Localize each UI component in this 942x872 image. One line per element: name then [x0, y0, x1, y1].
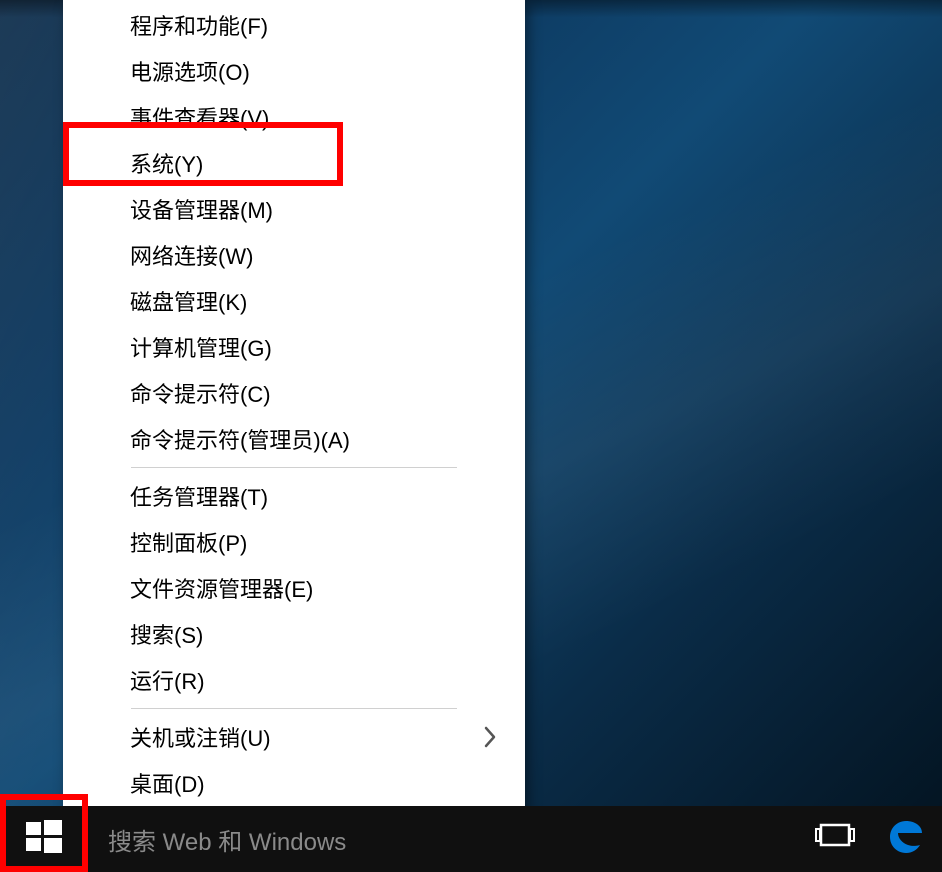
- menu-item-network-connections[interactable]: 网络连接(W): [63, 232, 525, 278]
- menu-item-control-panel[interactable]: 控制面板(P): [63, 519, 525, 565]
- menu-item-programs-features[interactable]: 程序和功能(F): [63, 2, 525, 48]
- menu-item-label: 设备管理器(M): [130, 193, 505, 225]
- menu-item-event-viewer[interactable]: 事件查看器(V): [63, 94, 525, 140]
- task-view-button[interactable]: [800, 806, 870, 872]
- menu-item-run[interactable]: 运行(R): [63, 657, 525, 703]
- task-view-icon: [815, 821, 855, 858]
- windows-logo-icon: [26, 819, 62, 860]
- menu-item-label: 程序和功能(F): [130, 9, 505, 41]
- menu-item-label: 命令提示符(管理员)(A): [130, 423, 505, 455]
- menu-item-command-prompt-admin[interactable]: 命令提示符(管理员)(A): [63, 416, 525, 462]
- taskbar: 搜索 Web 和 Windows: [0, 806, 942, 872]
- menu-item-label: 系统(Y): [130, 147, 505, 179]
- menu-item-disk-management[interactable]: 磁盘管理(K): [63, 278, 525, 324]
- edge-browser-button[interactable]: [870, 806, 942, 872]
- menu-item-label: 搜索(S): [130, 618, 505, 650]
- menu-separator: [131, 708, 457, 709]
- menu-item-command-prompt[interactable]: 命令提示符(C): [63, 370, 525, 416]
- menu-item-label: 控制面板(P): [130, 526, 505, 558]
- menu-item-label: 命令提示符(C): [130, 377, 505, 409]
- menu-item-label: 计算机管理(G): [130, 331, 505, 363]
- menu-item-system[interactable]: 系统(Y): [63, 140, 525, 186]
- menu-separator: [131, 467, 457, 468]
- winx-context-menu: 程序和功能(F) 电源选项(O) 事件查看器(V) 系统(Y) 设备管理器(M)…: [63, 0, 525, 815]
- chevron-right-icon: [483, 725, 499, 749]
- menu-item-label: 关机或注销(U): [130, 721, 505, 753]
- menu-item-label: 电源选项(O): [130, 55, 505, 87]
- taskbar-search-box[interactable]: 搜索 Web 和 Windows: [88, 806, 728, 872]
- menu-item-task-manager[interactable]: 任务管理器(T): [63, 473, 525, 519]
- menu-item-label: 桌面(D): [130, 767, 505, 799]
- edge-icon: [888, 819, 924, 860]
- menu-item-label: 文件资源管理器(E): [130, 572, 505, 604]
- menu-item-label: 运行(R): [130, 664, 505, 696]
- menu-item-power-options[interactable]: 电源选项(O): [63, 48, 525, 94]
- menu-group-1: 程序和功能(F) 电源选项(O) 事件查看器(V) 系统(Y) 设备管理器(M)…: [63, 2, 525, 462]
- menu-item-label: 磁盘管理(K): [130, 285, 505, 317]
- start-button[interactable]: [0, 806, 88, 872]
- menu-item-label: 任务管理器(T): [130, 480, 505, 512]
- menu-item-desktop[interactable]: 桌面(D): [63, 760, 525, 806]
- menu-item-device-manager[interactable]: 设备管理器(M): [63, 186, 525, 232]
- menu-item-computer-management[interactable]: 计算机管理(G): [63, 324, 525, 370]
- menu-item-shutdown-signout[interactable]: 关机或注销(U): [63, 714, 525, 760]
- menu-item-file-explorer[interactable]: 文件资源管理器(E): [63, 565, 525, 611]
- menu-item-label: 事件查看器(V): [130, 101, 505, 133]
- menu-group-3: 关机或注销(U) 桌面(D): [63, 714, 525, 806]
- menu-item-search[interactable]: 搜索(S): [63, 611, 525, 657]
- menu-group-2: 任务管理器(T) 控制面板(P) 文件资源管理器(E) 搜索(S) 运行(R): [63, 473, 525, 703]
- menu-item-label: 网络连接(W): [130, 239, 505, 271]
- search-placeholder-text: 搜索 Web 和 Windows: [108, 822, 346, 857]
